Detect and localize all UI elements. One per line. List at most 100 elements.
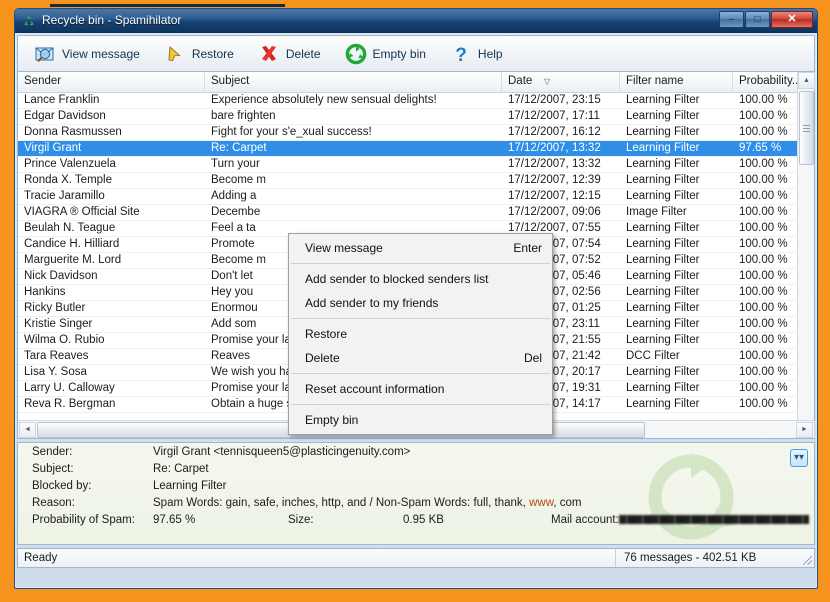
- cell-filter: Learning Filter: [626, 366, 700, 378]
- cell-filter: DCC Filter: [626, 350, 680, 362]
- cell-filter: Learning Filter: [626, 302, 700, 314]
- menu-item-delete[interactable]: Delete Del: [289, 346, 552, 370]
- svg-text:?: ?: [455, 45, 467, 65]
- cell-sender: VIAGRA ® Official Site: [24, 206, 140, 218]
- cell-sender: Virgil Grant: [24, 142, 82, 154]
- column-header-filter-name[interactable]: Filter name: [620, 72, 733, 92]
- restore-button[interactable]: Restore: [154, 39, 244, 69]
- menu-separator: [291, 318, 550, 319]
- empty-bin-label: Empty bin: [372, 46, 426, 61]
- cell-sender: Tara Reaves: [24, 350, 89, 362]
- window-controls: – □ ✕: [719, 11, 813, 28]
- cell-subject: Decembe: [211, 206, 261, 218]
- cell-date: 17/12/2007, 16:12: [508, 126, 601, 138]
- menu-separator: [291, 263, 550, 264]
- menu-separator: [291, 404, 550, 405]
- detail-size-group: Size:: [288, 514, 403, 526]
- maximize-button[interactable]: □: [745, 11, 770, 28]
- table-row[interactable]: Prince Valenzuela Turn your 17/12/2007, 13…: [18, 157, 814, 173]
- menu-item-reset-account-information[interactable]: Reset account information: [289, 377, 552, 401]
- cell-subject: Re: Carpet: [211, 142, 267, 154]
- application-window: Recycle bin - Spamihilator – □ ✕ View me…: [14, 8, 818, 589]
- column-header-sender[interactable]: Sender: [18, 72, 205, 92]
- window-title: Recycle bin - Spamihilator: [42, 13, 182, 27]
- table-row[interactable]: Ronda X. Temple Become m 17/12/2007, 12:39…: [18, 173, 814, 189]
- cell-filter: Learning Filter: [626, 318, 700, 330]
- cell-subject: Fight for your s'e_xual success!: [211, 126, 372, 138]
- table-row[interactable]: Edgar Davidson bare frighten 17/12/2007, 1…: [18, 109, 814, 125]
- cell-sender: Ricky Butler: [24, 302, 86, 314]
- menu-item-label: Restore: [305, 327, 348, 341]
- cell-date: 17/12/2007, 23:15: [508, 94, 601, 106]
- column-header-subject[interactable]: Subject: [205, 72, 502, 92]
- help-button[interactable]: ? Help: [440, 39, 513, 69]
- table-row[interactable]: Donna Rasmussen Fight for your s'e_xual s…: [18, 125, 814, 141]
- table-row[interactable]: Tracie Jaramillo Adding a 17/12/2007, 12:1…: [18, 189, 814, 205]
- cell-sender: Lisa Y. Sosa: [24, 366, 87, 378]
- cell-subject: bare frighten: [211, 110, 276, 122]
- cell-filter: Learning Filter: [626, 334, 700, 346]
- menu-item-label: Reset account information: [305, 382, 445, 396]
- table-row[interactable]: Lance Franklin Experience absolutely new …: [18, 93, 814, 109]
- vertical-scrollbar[interactable]: ▲ ▼: [797, 72, 815, 438]
- cell-date: 17/12/2007, 13:32: [508, 158, 601, 170]
- detail-value-sender: Virgil Grant <tennisqueen5@plasticingenu…: [153, 445, 411, 458]
- cell-filter: Learning Filter: [626, 222, 700, 234]
- table-row[interactable]: VIAGRA ® Official Site Decembe 17/12/2007,…: [18, 205, 814, 221]
- toolbar: View message Restore Delete Empty bin ? …: [17, 35, 815, 71]
- chevron-double-down-icon[interactable]: ▾▾: [790, 449, 808, 467]
- table-row[interactable]: Virgil Grant Re: Carpet 17/12/2007, 13:32 L…: [18, 141, 814, 157]
- context-menu[interactable]: View message Enter Add sender to blocked s…: [288, 233, 553, 435]
- cell-sender: Reva R. Bergman: [24, 398, 116, 410]
- minimize-button[interactable]: –: [719, 11, 744, 28]
- cell-sender: Hankins: [24, 286, 66, 298]
- view-message-icon: [34, 43, 56, 65]
- cell-filter: Learning Filter: [626, 382, 700, 394]
- column-header-date[interactable]: Date: [502, 72, 620, 92]
- menu-item-add-sender-to-my-friends[interactable]: Add sender to my friends: [289, 291, 552, 315]
- cell-filter: Learning Filter: [626, 190, 700, 202]
- menu-item-label: View message: [305, 241, 383, 255]
- detail-row-blocked-by: Blocked by: Learning Filter: [18, 477, 814, 494]
- view-message-button[interactable]: View message: [24, 39, 150, 69]
- menu-item-view-message[interactable]: View message Enter: [289, 236, 552, 260]
- cell-sender: Beulah N. Teague: [24, 222, 116, 234]
- cell-filter: Learning Filter: [626, 270, 700, 282]
- delete-button[interactable]: Delete: [248, 39, 331, 69]
- cell-sender: Prince Valenzuela: [24, 158, 116, 170]
- cell-subject: Turn your: [211, 158, 260, 170]
- recycle-icon: [22, 14, 36, 28]
- cell-sender: Larry U. Calloway: [24, 382, 115, 394]
- cell-filter: Learning Filter: [626, 174, 700, 186]
- cell-date: 17/12/2007, 09:06: [508, 206, 601, 218]
- scrollbar-grip-icon: [803, 125, 810, 132]
- cell-sender: Edgar Davidson: [24, 110, 106, 122]
- detail-value-mail-account-redacted: [618, 515, 809, 524]
- cell-filter: Learning Filter: [626, 110, 700, 122]
- empty-bin-button[interactable]: Empty bin: [335, 39, 436, 69]
- detail-label-sender: Sender:: [32, 445, 73, 458]
- cell-filter: Learning Filter: [626, 398, 700, 410]
- close-button[interactable]: ✕: [771, 11, 813, 28]
- scroll-left-arrow[interactable]: ◄: [19, 421, 36, 438]
- cell-filter: Learning Filter: [626, 238, 700, 250]
- detail-value-subject: Re: Carpet: [153, 462, 209, 475]
- cell-subject: Experience absolutely new sensual deligh…: [211, 94, 437, 106]
- cell-date: 17/12/2007, 12:39: [508, 174, 601, 186]
- resize-grip-icon[interactable]: [800, 549, 814, 567]
- cell-subject: Become m: [211, 174, 266, 186]
- detail-label-mail-account: Mail account:: [551, 513, 619, 526]
- scroll-right-arrow[interactable]: ►: [796, 421, 813, 438]
- menu-item-empty-bin[interactable]: Empty bin: [289, 408, 552, 432]
- menu-item-add-sender-to-blocked-senders-list[interactable]: Add sender to blocked senders list: [289, 267, 552, 291]
- cell-sender: Donna Rasmussen: [24, 126, 122, 138]
- scroll-up-arrow[interactable]: ▲: [798, 72, 815, 89]
- title-bar: Recycle bin - Spamihilator – □ ✕: [15, 9, 817, 33]
- vertical-scrollbar-thumb[interactable]: [799, 91, 814, 165]
- menu-item-restore[interactable]: Restore: [289, 322, 552, 346]
- detail-value-reason: Spam Words: gain, safe, inches, http, an…: [153, 497, 581, 509]
- help-question-icon: ?: [450, 43, 472, 65]
- cell-filter: Learning Filter: [626, 158, 700, 170]
- delete-label: Delete: [285, 46, 321, 61]
- list-header: Sender Subject Date Filter name Probabil…: [18, 72, 814, 93]
